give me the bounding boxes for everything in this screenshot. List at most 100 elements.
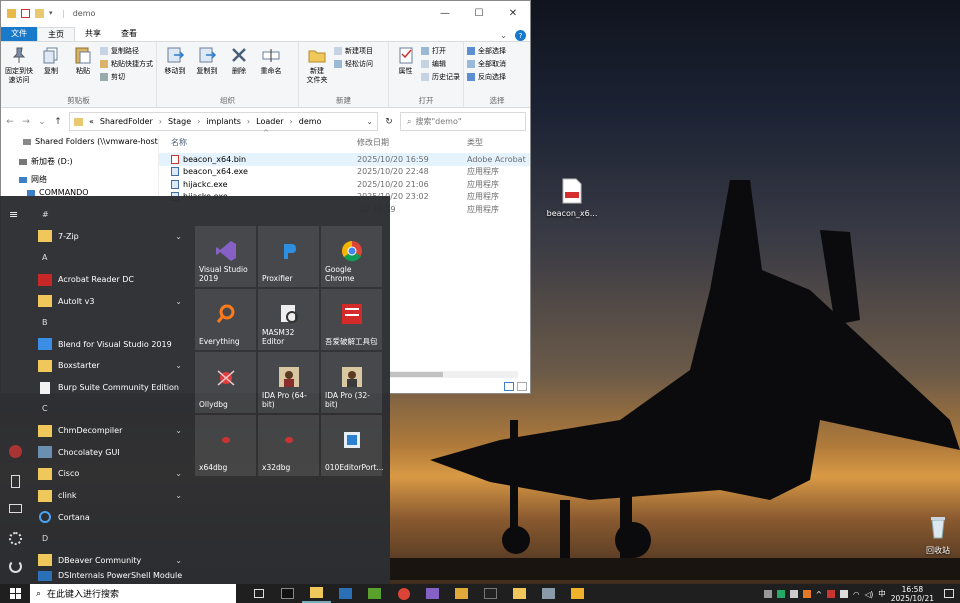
recent-locations-icon[interactable]: ⌄ — [37, 117, 47, 127]
tile-visual-studio[interactable]: Visual Studio 2019 — [195, 226, 256, 287]
select-all-button[interactable]: 全部选择 — [467, 45, 506, 56]
nav-item-shared-folders[interactable]: Shared Folders (\\vmware-host — [1, 135, 158, 148]
select-none-button[interactable]: 全部取消 — [467, 58, 506, 69]
copy-to-button[interactable]: 复制到 — [192, 45, 222, 95]
power-icon[interactable] — [9, 560, 22, 573]
list-item[interactable]: ChmDecompiler ⌄ — [30, 420, 190, 442]
forward-arrow-icon[interactable]: → — [21, 117, 31, 127]
minimize-button[interactable]: — — [428, 1, 462, 25]
tab-share[interactable]: 共享 — [75, 27, 111, 41]
usb-icon[interactable] — [763, 589, 772, 598]
ime-indicator[interactable]: 中 — [878, 588, 886, 599]
tile-ollydbg[interactable]: Ollydbg — [195, 352, 256, 413]
taskbar-powershell[interactable] — [331, 584, 360, 603]
open-button[interactable]: 打开 — [421, 45, 460, 56]
easy-access-button[interactable]: 轻松访问 — [334, 58, 373, 69]
list-item[interactable]: Boxstarter ⌄ — [30, 355, 190, 377]
taskbar-visual-studio[interactable] — [418, 584, 447, 603]
notifications-icon[interactable] — [944, 589, 954, 598]
scrollbar-thumb[interactable] — [387, 372, 443, 377]
large-icons-view-icon[interactable] — [517, 382, 527, 391]
list-item[interactable]: Acrobat Reader DC — [30, 269, 190, 291]
copy-path-button[interactable]: 复制路径 — [100, 45, 153, 56]
tray-app-icon[interactable] — [802, 589, 811, 598]
file-row[interactable]: hijackc.exe 2025/10/20 21:06 应用程序 — [159, 178, 530, 191]
paste-shortcut-button[interactable]: 粘贴快捷方式 — [100, 58, 153, 69]
tile-52pojie-toolkit[interactable]: 吾爱破解工具包 — [321, 289, 382, 350]
horizontal-scrollbar[interactable] — [387, 371, 518, 378]
file-row[interactable]: beacon_x64.bin 2025/10/20 16:59 Adobe Ac… — [159, 153, 530, 166]
taskbar-file-explorer[interactable] — [302, 584, 331, 603]
rename-button[interactable]: 重命名 — [256, 45, 286, 95]
invert-selection-button[interactable]: 反向选择 — [467, 71, 506, 82]
taskbar-search-box[interactable]: ⌕ 在此键入进行搜索 — [30, 584, 236, 603]
taskbar-folder[interactable] — [505, 584, 534, 603]
app-group-header[interactable]: D — [30, 528, 190, 550]
breadcrumb-item[interactable]: Loader — [256, 117, 283, 126]
breadcrumb-item[interactable]: demo — [299, 117, 322, 126]
tab-home[interactable]: 主页 — [37, 27, 75, 41]
wifi-icon[interactable]: ◠ — [853, 590, 860, 599]
properties-button[interactable]: 属性 — [392, 45, 419, 95]
search-box[interactable]: ⌕ 搜索"demo" — [400, 112, 526, 131]
new-folder-icon[interactable] — [35, 8, 44, 18]
expand-ribbon-icon[interactable]: ⌄ — [500, 31, 507, 40]
list-item[interactable]: Cortana — [30, 506, 190, 528]
tile-ida-pro-64[interactable]: IDA Pro (64-bit) — [258, 352, 319, 413]
nav-item-network[interactable]: 网络 — [1, 173, 158, 186]
taskbar-lambda-app[interactable] — [360, 584, 389, 603]
new-item-button[interactable]: 新建项目 — [334, 45, 373, 56]
move-to-button[interactable]: 移动到 — [160, 45, 190, 95]
taskbar-terminal[interactable] — [273, 584, 302, 603]
app-group-header[interactable]: # — [30, 204, 190, 226]
taskbar-console[interactable] — [476, 584, 505, 603]
nav-item-volume-d[interactable]: 新加卷 (D:) — [1, 155, 158, 168]
tray-app-icon[interactable] — [827, 589, 836, 598]
cut-button[interactable]: 剪切 — [100, 71, 153, 82]
properties-check-icon[interactable] — [21, 8, 30, 18]
list-item[interactable]: DBeaver Community ⌄ — [30, 550, 190, 572]
column-name[interactable]: 名称 — [159, 137, 357, 148]
list-item[interactable]: 7-Zip ⌄ — [30, 226, 190, 248]
documents-icon[interactable] — [11, 475, 20, 488]
app-group-header[interactable]: A — [30, 247, 190, 269]
help-icon[interactable]: ? — [515, 30, 526, 41]
tile-everything[interactable]: Everything — [195, 289, 256, 350]
paste-button[interactable]: 粘贴 — [68, 45, 98, 95]
tile-ida-pro-32[interactable]: IDA Pro (32-bit) — [321, 352, 382, 413]
taskbar-folder-app[interactable] — [447, 584, 476, 603]
tab-view[interactable]: 查看 — [111, 27, 147, 41]
show-hidden-icons[interactable]: ^ — [816, 590, 822, 599]
tile-masm32-editor[interactable]: MASM32 Editor — [258, 289, 319, 350]
list-item[interactable]: Blend for Visual Studio 2019 — [30, 334, 190, 356]
file-row[interactable]: beacon_x64.exe 2025/10/20 22:48 应用程序 — [159, 166, 530, 179]
details-view-icon[interactable] — [504, 382, 514, 391]
settings-gear-icon[interactable] — [9, 532, 22, 545]
breadcrumb-item[interactable]: implants — [206, 117, 241, 126]
column-date[interactable]: 修改日期 — [357, 137, 467, 148]
tab-file[interactable]: 文件 — [1, 27, 37, 41]
back-arrow-icon[interactable]: ← — [5, 117, 15, 127]
vmware-icon[interactable] — [789, 589, 798, 598]
pin-quick-access-button[interactable]: 固定到快 速访问 — [4, 45, 34, 95]
list-item[interactable]: Burp Suite Community Edition — [30, 377, 190, 399]
list-item[interactable]: clink ⌄ — [30, 485, 190, 507]
desktop-icon-recycle-bin[interactable]: 回收站 — [910, 514, 960, 556]
app-tray-icon[interactable] — [776, 589, 785, 598]
tile-proxifier[interactable]: Proxifier — [258, 226, 319, 287]
list-item[interactable]: AutoIt v3 ⌄ — [30, 290, 190, 312]
tile-010-editor[interactable]: 010EditorPort... — [321, 415, 384, 476]
clock[interactable]: 16:58 2025/10/21 — [891, 585, 934, 603]
volume-icon[interactable]: ◁) — [865, 590, 874, 599]
list-item[interactable]: DSInternals PowerShell Module — [30, 571, 190, 582]
taskbar-shield-app[interactable] — [563, 584, 592, 603]
new-folder-button[interactable]: 新建 文件夹 — [302, 45, 332, 95]
column-type[interactable]: 类型 — [467, 137, 483, 148]
app-group-header[interactable]: B — [30, 312, 190, 334]
tile-x64dbg[interactable]: x64dbg — [195, 415, 256, 476]
desktop-icon-pdf[interactable]: beacon_x6... — [544, 178, 600, 218]
network-icon[interactable] — [840, 589, 849, 598]
maximize-button[interactable]: ☐ — [462, 1, 496, 25]
up-arrow-icon[interactable]: ↑ — [53, 117, 63, 127]
hamburger-menu-icon[interactable]: ≡ — [9, 208, 22, 221]
